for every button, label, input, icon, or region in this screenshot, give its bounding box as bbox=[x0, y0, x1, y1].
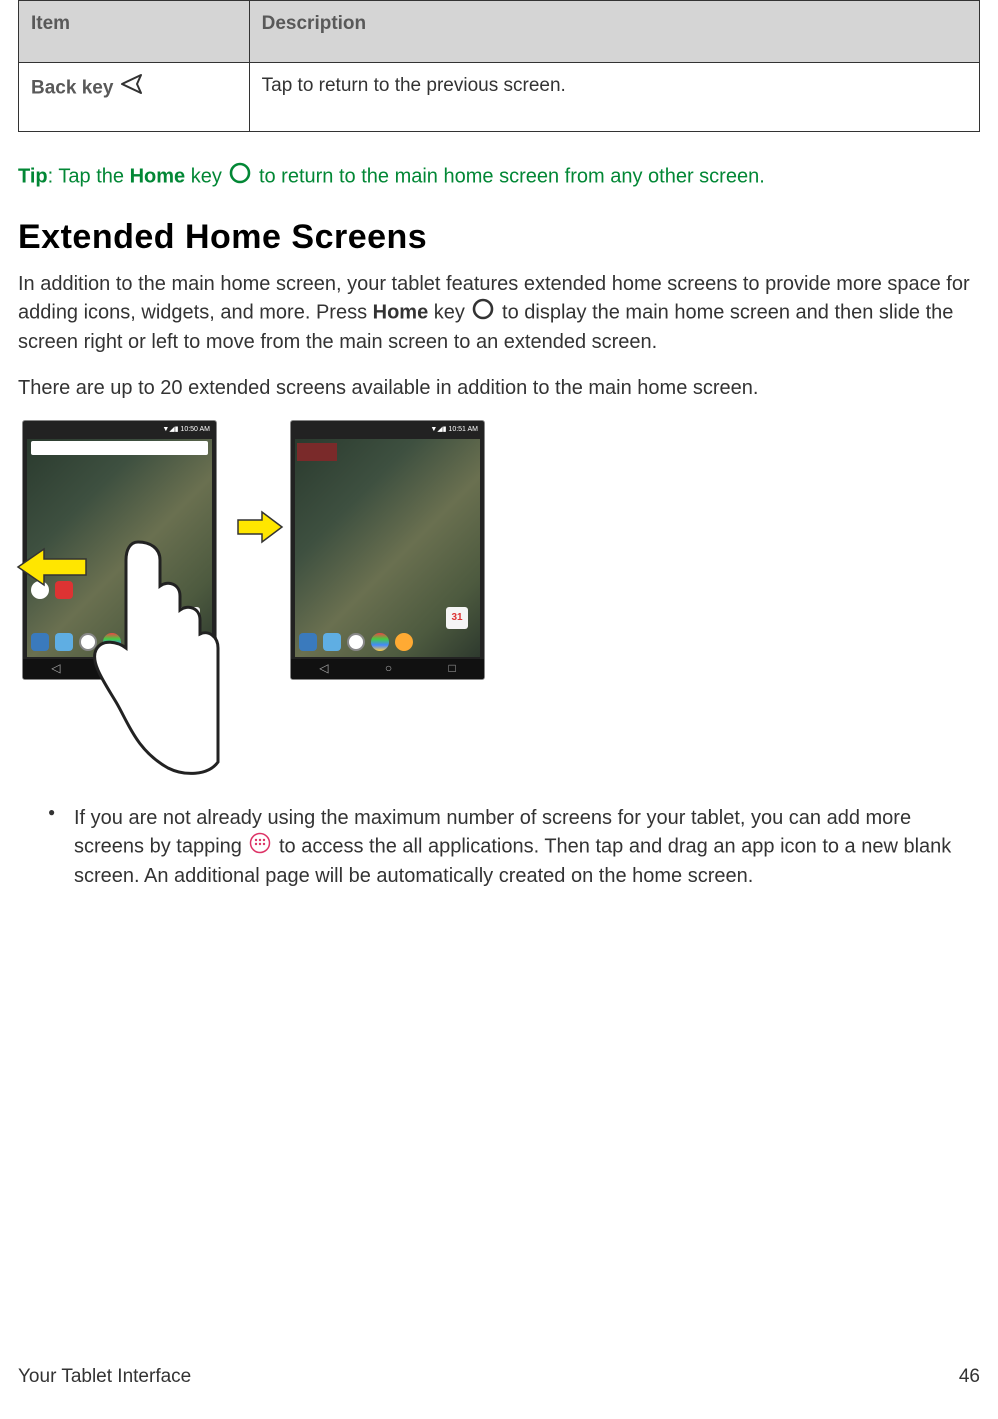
th-item: Item bbox=[19, 1, 250, 63]
calendar-icon: 31 bbox=[446, 607, 468, 629]
swipe-right-arrow-icon bbox=[236, 510, 284, 552]
nav-recent-icon: □ bbox=[449, 660, 456, 677]
footer-section: Your Tablet Interface bbox=[18, 1364, 191, 1391]
hand-swipe-icon bbox=[78, 530, 218, 760]
table-row: Back key Tap to return to the previous s… bbox=[19, 62, 980, 132]
paragraph-1: In addition to the main home screen, you… bbox=[18, 270, 980, 356]
bullet-list: If you are not already using the maximum… bbox=[18, 804, 980, 890]
back-key-label: Back key bbox=[31, 77, 113, 98]
back-key-description: Tap to return to the previous screen. bbox=[249, 62, 979, 132]
list-item: If you are not already using the maximum… bbox=[48, 804, 980, 890]
nav-back-icon: ◁ bbox=[51, 660, 60, 677]
status-bar: ▼◢▮ 10:50 AM bbox=[162, 425, 210, 435]
section-heading: Extended Home Screens bbox=[18, 214, 980, 262]
status-bar: ▼◢▮ 10:51 AM bbox=[430, 425, 478, 435]
screenshots-figure: ▼◢▮ 10:50 AM 31 ◁ ○ □ bbox=[18, 420, 980, 780]
all-apps-icon bbox=[249, 832, 271, 862]
tip-home: Home bbox=[130, 165, 186, 187]
footer-page-number: 46 bbox=[959, 1364, 980, 1391]
back-icon bbox=[119, 73, 149, 104]
tip-text: Tip: Tap the Home key to return to the m… bbox=[18, 162, 980, 192]
google-search-bar bbox=[31, 441, 208, 455]
home-icon bbox=[229, 162, 251, 192]
nav-home-icon: ○ bbox=[385, 660, 392, 677]
paragraph-2: There are up to 20 extended screens avai… bbox=[18, 374, 980, 402]
home-icon bbox=[472, 298, 494, 328]
swipe-left-arrow-icon bbox=[16, 545, 88, 597]
tablet-extended-screen: ▼◢▮ 10:51 AM 31 ◁ ○ □ bbox=[290, 420, 485, 680]
tip-label: Tip bbox=[18, 165, 48, 187]
items-table: Item Description Back key Tap to return … bbox=[18, 0, 980, 132]
th-description: Description bbox=[249, 1, 979, 63]
page-footer: Your Tablet Interface 46 bbox=[18, 1364, 980, 1391]
nav-back-icon: ◁ bbox=[319, 660, 328, 677]
home-key-bold: Home bbox=[373, 301, 429, 323]
